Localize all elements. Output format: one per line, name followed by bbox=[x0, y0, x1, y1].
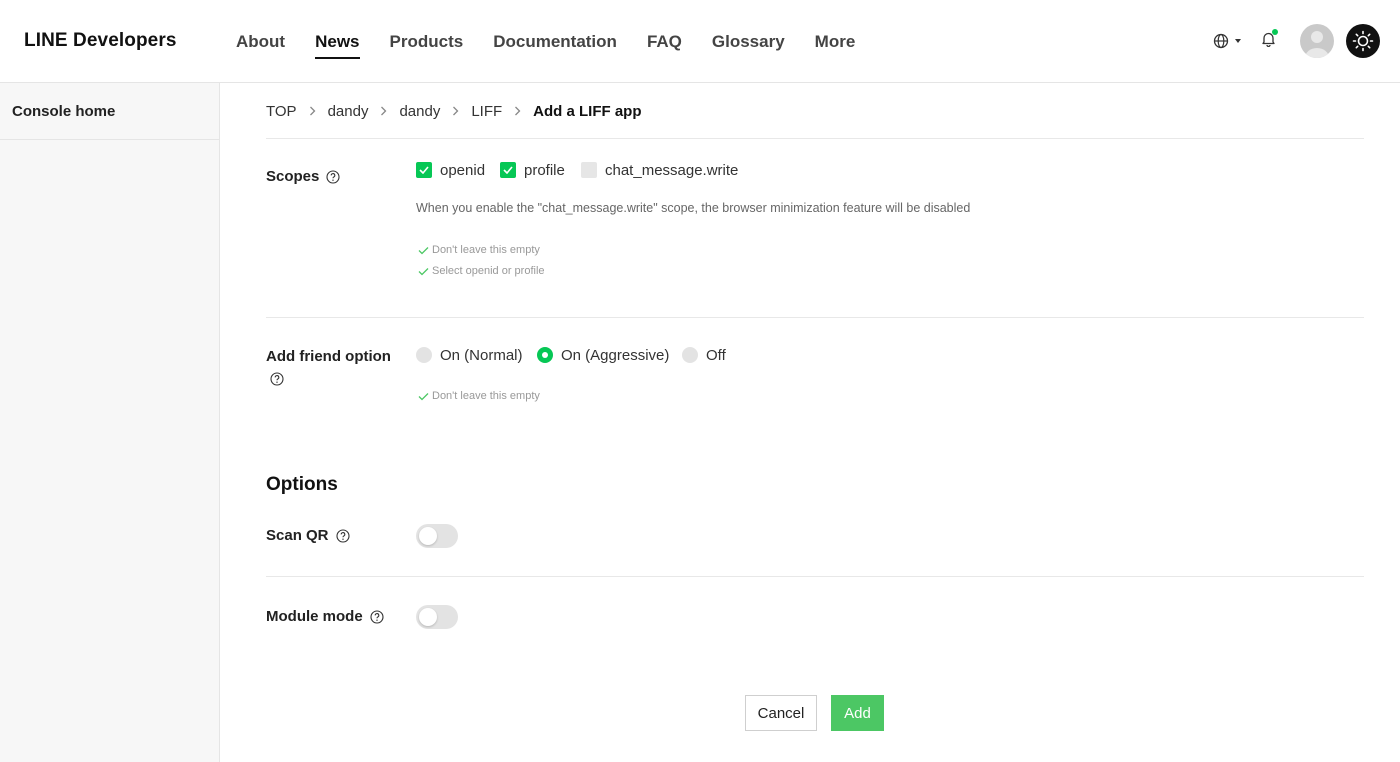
breadcrumb-liff[interactable]: LIFF bbox=[471, 103, 502, 120]
breadcrumb-top[interactable]: TOP bbox=[266, 103, 297, 120]
scopes-label-text: Scopes bbox=[266, 168, 320, 185]
scopes-label: Scopes bbox=[266, 168, 340, 185]
module-mode-label: Module mode bbox=[266, 608, 384, 625]
help-icon[interactable] bbox=[270, 372, 284, 386]
radio-selected[interactable] bbox=[537, 346, 553, 363]
help-icon[interactable] bbox=[326, 169, 340, 184]
user-icon bbox=[1305, 31, 1329, 58]
breadcrumb-provider[interactable]: dandy bbox=[328, 103, 369, 120]
scopes-note: When you enable the "chat_message.write"… bbox=[416, 201, 971, 215]
checkbox-unchecked[interactable] bbox=[581, 161, 597, 178]
section-divider bbox=[266, 576, 1364, 577]
add-friend-label: Add friend option bbox=[266, 348, 391, 365]
add-button[interactable]: Add bbox=[831, 695, 884, 731]
nav-more[interactable]: More bbox=[815, 30, 856, 54]
radio-unselected[interactable] bbox=[682, 346, 698, 363]
chevron-right-icon bbox=[452, 106, 459, 116]
check-icon bbox=[418, 246, 429, 254]
scan-qr-label: Scan QR bbox=[266, 527, 350, 544]
validation-text: Select openid or profile bbox=[432, 265, 545, 277]
help-icon[interactable] bbox=[335, 528, 350, 543]
scope-openid-label: openid bbox=[440, 162, 486, 179]
scopes-validation-select: Select openid or profile bbox=[418, 265, 545, 277]
add-friend-aggressive-label: On (Aggressive) bbox=[561, 347, 670, 364]
scan-qr-toggle[interactable] bbox=[416, 524, 458, 548]
check-icon bbox=[418, 267, 429, 275]
nav-news[interactable]: News bbox=[315, 30, 360, 59]
top-header: LINE Developers About News Products Docu… bbox=[0, 0, 1400, 83]
logo[interactable]: LINE Developers bbox=[24, 30, 177, 52]
notifications-button[interactable] bbox=[1261, 28, 1278, 52]
validation-text: Don't leave this empty bbox=[432, 390, 540, 402]
module-mode-toggle[interactable] bbox=[416, 605, 458, 629]
sidebar-item-console-home[interactable]: Console home bbox=[0, 83, 219, 140]
check-icon bbox=[503, 165, 513, 174]
main-nav: About News Products Documentation FAQ Gl… bbox=[236, 0, 885, 83]
breadcrumb: TOP dandy dandy LIFF Add a LIFF app bbox=[266, 101, 642, 121]
add-friend-validation: Don't leave this empty bbox=[418, 390, 540, 402]
chevron-down-icon bbox=[1235, 39, 1241, 43]
check-icon bbox=[418, 392, 429, 400]
nav-faq[interactable]: FAQ bbox=[647, 30, 682, 54]
scopes-validation-not-empty: Don't leave this empty bbox=[418, 244, 540, 256]
chevron-right-icon bbox=[309, 106, 316, 116]
check-icon bbox=[419, 165, 429, 174]
add-friend-off-label: Off bbox=[706, 347, 726, 364]
nav-about[interactable]: About bbox=[236, 30, 285, 54]
language-selector[interactable] bbox=[1213, 33, 1241, 49]
scope-profile-checkbox[interactable]: profile bbox=[500, 161, 565, 179]
scope-profile-label: profile bbox=[524, 162, 565, 179]
breadcrumb-current: Add a LIFF app bbox=[533, 102, 642, 120]
nav-documentation[interactable]: Documentation bbox=[493, 30, 617, 54]
scope-chat-message-write-checkbox[interactable]: chat_message.write bbox=[581, 161, 739, 179]
help-icon[interactable] bbox=[370, 609, 384, 624]
checkbox-checked[interactable] bbox=[416, 161, 432, 178]
scope-openid-checkbox[interactable]: openid bbox=[416, 161, 486, 179]
nav-glossary[interactable]: Glossary bbox=[712, 30, 785, 54]
section-divider bbox=[266, 317, 1364, 318]
cancel-button[interactable]: Cancel bbox=[745, 695, 817, 731]
validation-text: Don't leave this empty bbox=[432, 244, 540, 256]
checkbox-checked[interactable] bbox=[500, 161, 516, 178]
options-section-title: Options bbox=[266, 474, 338, 495]
sun-icon bbox=[1352, 30, 1374, 52]
chevron-right-icon bbox=[514, 106, 521, 116]
add-friend-label-text: Add friend option bbox=[266, 348, 391, 365]
header-icons bbox=[1213, 23, 1380, 59]
nav-products[interactable]: Products bbox=[390, 30, 464, 54]
scan-qr-label-text: Scan QR bbox=[266, 527, 329, 544]
notification-dot bbox=[1272, 28, 1278, 35]
radio-unselected[interactable] bbox=[416, 346, 432, 363]
breadcrumb-channel[interactable]: dandy bbox=[399, 103, 440, 120]
add-friend-normal-radio[interactable]: On (Normal) bbox=[416, 346, 523, 364]
breadcrumb-divider bbox=[266, 138, 1364, 139]
avatar[interactable] bbox=[1300, 24, 1334, 58]
globe-icon bbox=[1213, 33, 1229, 49]
add-friend-aggressive-radio[interactable]: On (Aggressive) bbox=[537, 346, 670, 364]
theme-toggle-button[interactable] bbox=[1346, 24, 1380, 58]
add-friend-off-radio[interactable]: Off bbox=[682, 346, 726, 364]
module-mode-label-text: Module mode bbox=[266, 608, 363, 625]
sidebar: Console home bbox=[0, 83, 220, 762]
add-friend-normal-label: On (Normal) bbox=[440, 347, 523, 364]
chevron-right-icon bbox=[380, 106, 387, 116]
scope-chat-message-write-label: chat_message.write bbox=[605, 162, 739, 179]
